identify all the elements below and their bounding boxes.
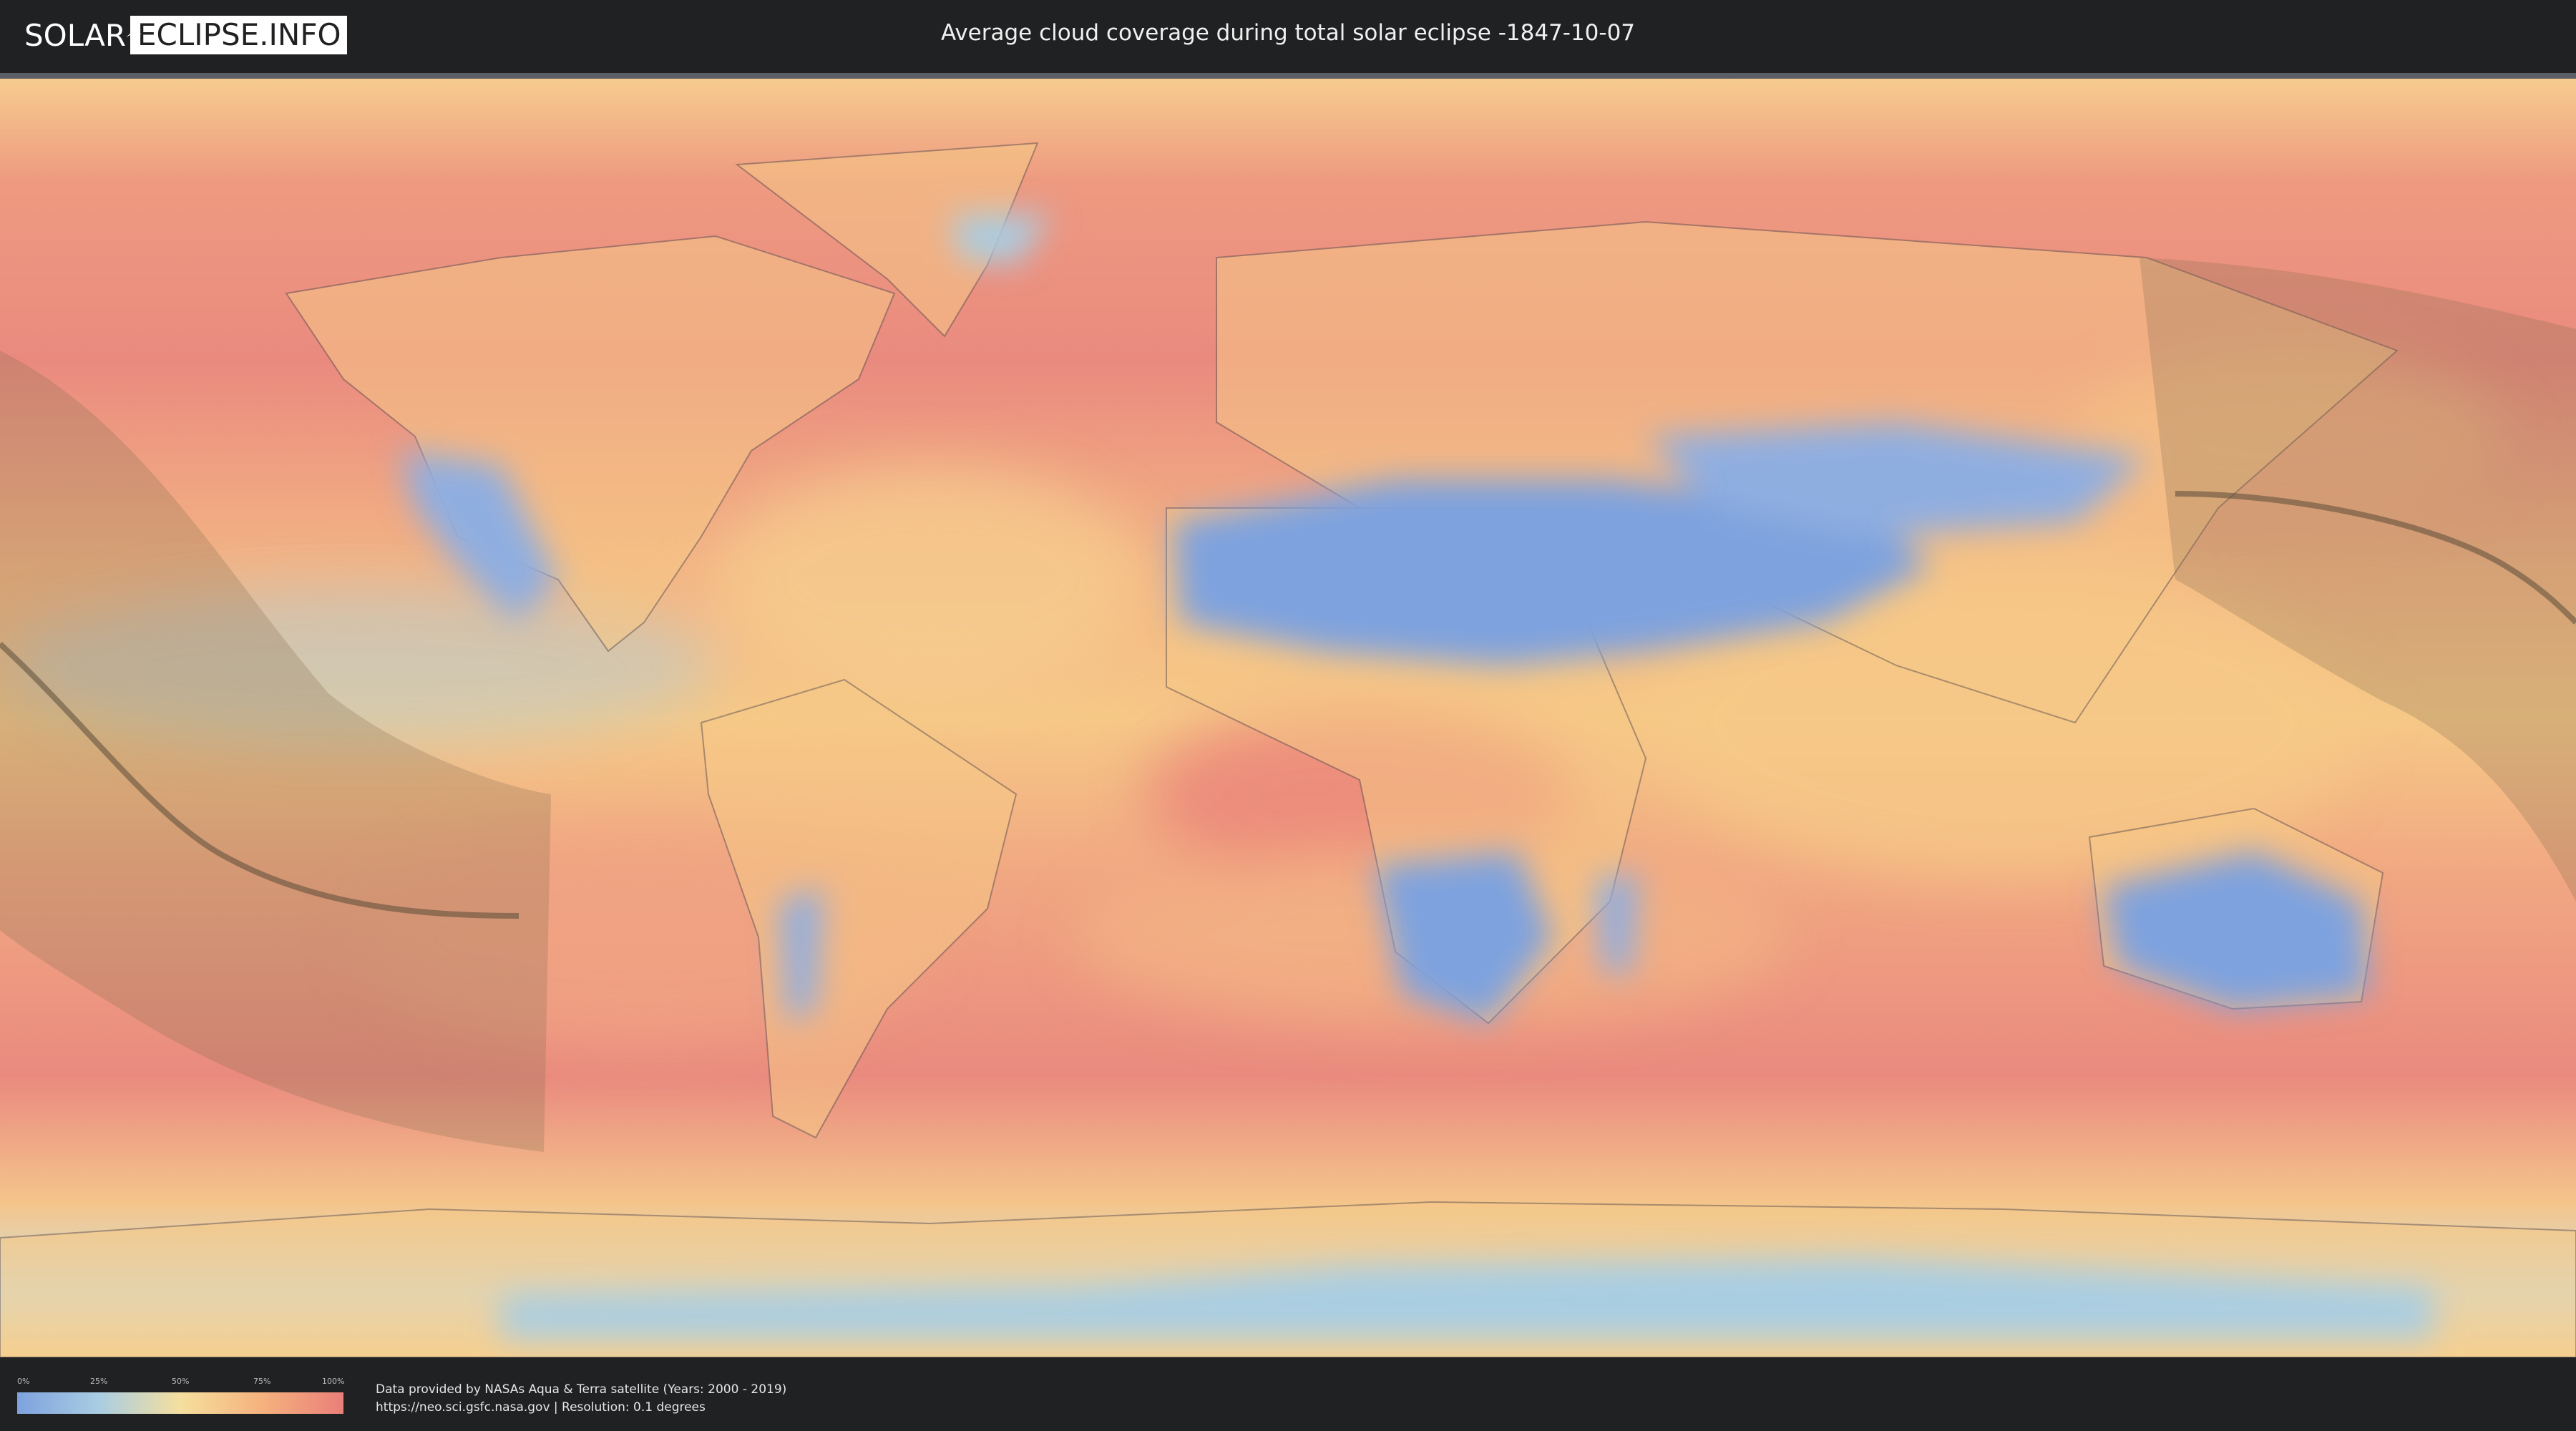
header-bar: SOLAR ECLIPSE.INFO Average cloud coverag… xyxy=(0,0,2576,72)
site-logo[interactable]: SOLAR ECLIPSE.INFO xyxy=(24,16,347,54)
cloud-coverage-legend: 0% 25% 50% 75% 100% xyxy=(17,1377,345,1414)
logo-text-eclipse-info: ECLIPSE.INFO xyxy=(130,16,347,54)
page-title: Average cloud coverage during total sola… xyxy=(940,20,1636,46)
legend-color-scale xyxy=(17,1392,343,1414)
legend-tick-50: 50% xyxy=(172,1377,190,1386)
credits-line-url[interactable]: https://neo.sci.gsfc.nasa.gov | Resoluti… xyxy=(376,1399,786,1417)
page: SOLAR ECLIPSE.INFO Average cloud coverag… xyxy=(0,0,2576,1431)
legend-tick-25: 25% xyxy=(90,1377,108,1386)
legend-tick-0: 0% xyxy=(17,1377,30,1386)
map-frame xyxy=(0,73,2576,1357)
credits-line-source: Data provided by NASAs Aqua & Terra sate… xyxy=(376,1382,787,1397)
cloud-coverage-map[interactable] xyxy=(0,79,2576,1357)
madagascar-clear xyxy=(1596,873,1639,973)
logo-text-solar: SOLAR xyxy=(24,17,126,53)
legend-tick-100: 100% xyxy=(322,1377,345,1386)
logo-moon-icon xyxy=(126,30,142,37)
data-credits: Data provided by NASAs Aqua & Terra sate… xyxy=(376,1381,786,1417)
footer-bar: 0% 25% 50% 75% 100% Data provided by NAS… xyxy=(0,1359,2576,1431)
legend-tick-75: 75% xyxy=(253,1377,271,1386)
